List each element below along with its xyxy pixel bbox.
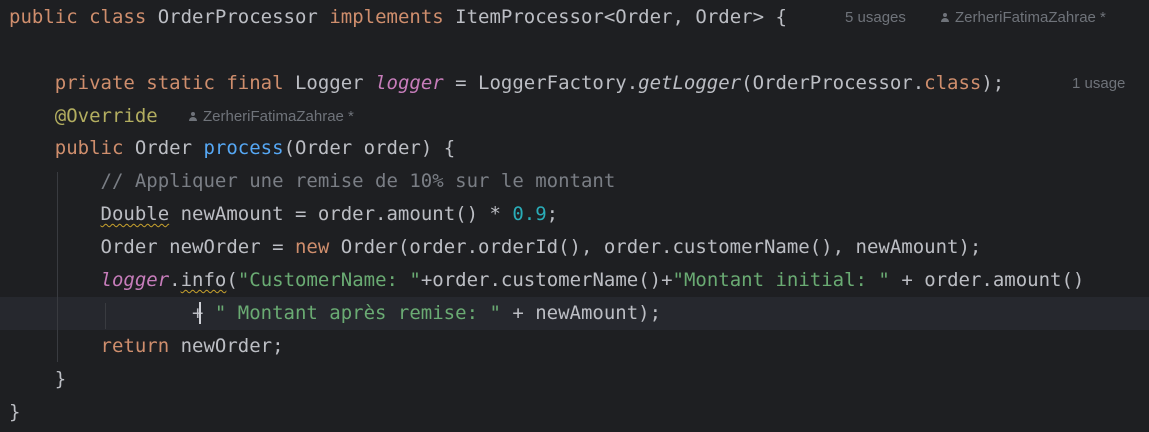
code-token: @Override	[54, 105, 158, 127]
code-token: Logger	[294, 72, 376, 94]
line-code: @Override	[9, 100, 158, 133]
code-line[interactable]: // Appliquer une remise de 10% sur le mo…	[0, 165, 1149, 198]
code-token: process	[203, 137, 284, 159]
code-token: class	[924, 72, 982, 94]
code-token: }	[9, 368, 67, 390]
code-token: private static final	[54, 72, 295, 94]
code-line[interactable]	[0, 34, 1149, 67]
code-token: newAmount = order.amount() *	[169, 203, 513, 225]
code-line[interactable]: @Override ZerheriFatimaZahrae *	[0, 100, 1149, 133]
line-code: Double newAmount = order.amount() * 0.9;	[9, 198, 559, 231]
code-token: + newAmount);	[500, 302, 662, 324]
code-token: OrderProcessor	[157, 6, 330, 28]
author-icon	[940, 13, 950, 23]
author-hint[interactable]: ZerheriFatimaZahrae *	[188, 100, 354, 133]
code-token: "CustomerName: "	[237, 269, 421, 291]
code-line[interactable]: Order newOrder = new Order(order.orderId…	[0, 231, 1149, 264]
code-token: getLogger	[638, 72, 742, 94]
code-token: return	[100, 335, 181, 357]
code-token: ;	[546, 203, 559, 225]
hint-text: ZerheriFatimaZahrae *	[203, 108, 354, 125]
code-token: (OrderProcessor.	[741, 72, 925, 94]
indent-guide	[105, 303, 106, 329]
code-token: .	[169, 269, 181, 291]
code-line[interactable]: public class OrderProcessor implements I…	[0, 1, 1149, 34]
code-token: new	[294, 236, 341, 258]
code-token: (	[226, 269, 238, 291]
line-code: }	[9, 396, 20, 429]
line-code: Order newOrder = new Order(order.orderId…	[9, 231, 982, 264]
line-code: }	[9, 363, 66, 396]
code-line[interactable]: }	[0, 363, 1149, 396]
code-token: newOrder;	[180, 335, 284, 357]
code-token: Order newOrder =	[9, 236, 295, 258]
author-hint[interactable]: ZerheriFatimaZahrae *	[940, 1, 1106, 34]
code-line[interactable]: }	[0, 396, 1149, 429]
code-token: Order	[134, 137, 204, 159]
code-token: +order.customerName()+	[420, 269, 673, 291]
code-token: );	[981, 72, 1005, 94]
code-token: logger	[375, 72, 444, 94]
code-line[interactable]: return newOrder;	[0, 330, 1149, 363]
code-token: (Order order) {	[283, 137, 456, 159]
line-code: + " Montant après remise: " + newAmount)…	[9, 297, 661, 330]
code-token: = LoggerFactory.	[443, 72, 639, 94]
line-code: public class OrderProcessor implements I…	[9, 1, 787, 34]
line-code: public Order process(Order order) {	[9, 132, 455, 165]
code-token: "Montant initial: "	[672, 269, 890, 291]
code-token: // Appliquer une remise de 10% sur le mo…	[100, 170, 616, 192]
code-line[interactable]: logger.info("CustomerName: "+order.custo…	[0, 264, 1149, 297]
hint-text: 1 usage	[1072, 75, 1126, 92]
usages-hint[interactable]: 1 usage	[1072, 67, 1125, 100]
line-code: // Appliquer une remise de 10% sur le mo…	[9, 165, 616, 198]
code-token: public class	[9, 6, 158, 28]
code-line[interactable]: private static final Logger logger = Log…	[0, 67, 1149, 100]
code-token: " Montant après remise: "	[214, 302, 501, 324]
code-editor[interactable]: public class OrderProcessor implements I…	[0, 0, 1149, 432]
indent-guide	[57, 172, 58, 362]
usages-hint[interactable]: 5 usages	[845, 1, 906, 34]
line-code: logger.info("CustomerName: "+order.custo…	[9, 264, 1085, 297]
code-token: 0.9	[512, 203, 547, 225]
hint-text: ZerheriFatimaZahrae *	[955, 9, 1106, 26]
code-token: info	[180, 269, 227, 291]
code-token: + order.amount()	[889, 269, 1085, 291]
code-line[interactable]: public Order process(Order order) {	[0, 132, 1149, 165]
hint-text: 5 usages	[845, 9, 906, 26]
code-token: Order(order.orderId(), order.customerNam…	[340, 236, 982, 258]
code-token: implements	[329, 6, 456, 28]
code-token: +	[9, 302, 215, 324]
line-code: return newOrder;	[9, 330, 284, 363]
code-token: }	[9, 401, 21, 423]
code-token: ItemProcessor<Order, Order> {	[455, 6, 787, 28]
code-token: public	[54, 137, 135, 159]
code-line[interactable]: Double newAmount = order.amount() * 0.9;	[0, 198, 1149, 231]
code-line-current[interactable]: + " Montant après remise: " + newAmount)…	[0, 297, 1149, 330]
author-icon	[188, 112, 198, 122]
code-token: Double	[100, 203, 170, 225]
code-token: logger	[100, 269, 170, 291]
text-cursor	[199, 302, 201, 324]
line-code: private static final Logger logger = Log…	[9, 67, 1004, 100]
